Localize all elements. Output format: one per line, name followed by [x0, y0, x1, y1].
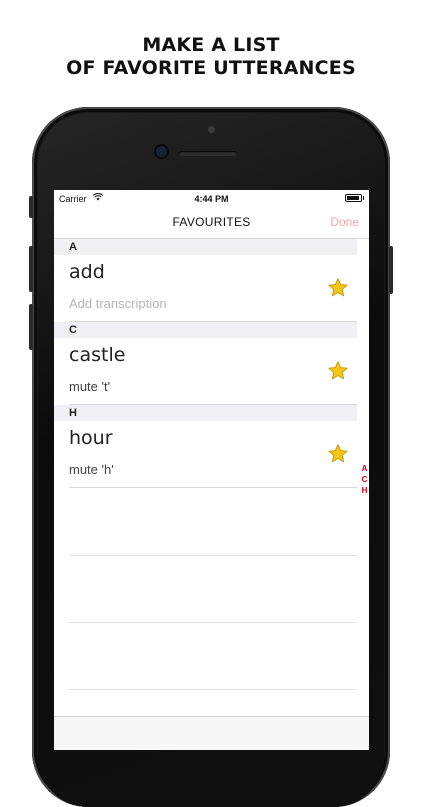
utterance-word: castle: [69, 344, 126, 366]
row-divider: [69, 487, 357, 488]
index-letter[interactable]: C: [360, 474, 369, 485]
empty-row-divider: [69, 555, 357, 556]
row-divider: [69, 321, 357, 322]
row-divider: [69, 404, 357, 405]
done-button[interactable]: Done: [330, 215, 359, 229]
bottom-toolbar: [54, 716, 369, 750]
promo-headline-line-2: OF FAVORITE UTTERANCES: [66, 57, 356, 79]
status-time: 4:44 PM: [194, 194, 229, 204]
utterance-word: hour: [69, 427, 113, 449]
mute-switch: [29, 196, 33, 218]
utterance-word: add: [69, 261, 105, 283]
volume-down-button: [29, 304, 33, 350]
navigation-bar: FAVOURITES Done: [54, 208, 369, 239]
app-screen: Carrier 4:44 PM FAVOURITES Done Aadd Add …: [54, 190, 369, 750]
section-header: H: [54, 405, 357, 421]
empty-row-divider: [69, 622, 357, 623]
volume-up-button: [29, 246, 33, 292]
star-icon[interactable]: [327, 443, 349, 465]
star-icon[interactable]: [327, 277, 349, 299]
promo-headline-line-1: MAKE A LIST: [142, 34, 280, 56]
list-item[interactable]: add Add transcription: [54, 255, 357, 322]
empty-row-divider: [69, 689, 357, 690]
page-title: FAVOURITES: [172, 215, 251, 229]
battery-level: [347, 196, 359, 200]
transcription-text[interactable]: mute 'h': [69, 462, 114, 477]
index-letter[interactable]: H: [360, 485, 369, 496]
battery-icon: [345, 194, 364, 202]
power-button: [389, 246, 393, 294]
list-item[interactable]: castle mute 't': [54, 338, 357, 405]
star-icon[interactable]: [327, 360, 349, 382]
favorites-list: Aadd Add transcription Ccastle mute 't' Hhou…: [54, 239, 357, 488]
front-camera: [156, 146, 167, 157]
list-item[interactable]: hour mute 'h': [54, 421, 357, 488]
section-index[interactable]: ACH: [360, 463, 369, 496]
transcription-text[interactable]: mute 't': [69, 379, 110, 394]
earpiece-speaker: [179, 151, 237, 156]
section-header: C: [54, 322, 357, 338]
proximity-sensor: [208, 126, 215, 133]
transcription-placeholder[interactable]: Add transcription: [69, 296, 167, 311]
promo-headline: MAKE A LIST OF FAVORITE UTTERANCES: [0, 34, 422, 80]
section-header: A: [54, 239, 357, 255]
status-bar: Carrier 4:44 PM: [54, 190, 369, 208]
index-letter[interactable]: A: [360, 463, 369, 474]
